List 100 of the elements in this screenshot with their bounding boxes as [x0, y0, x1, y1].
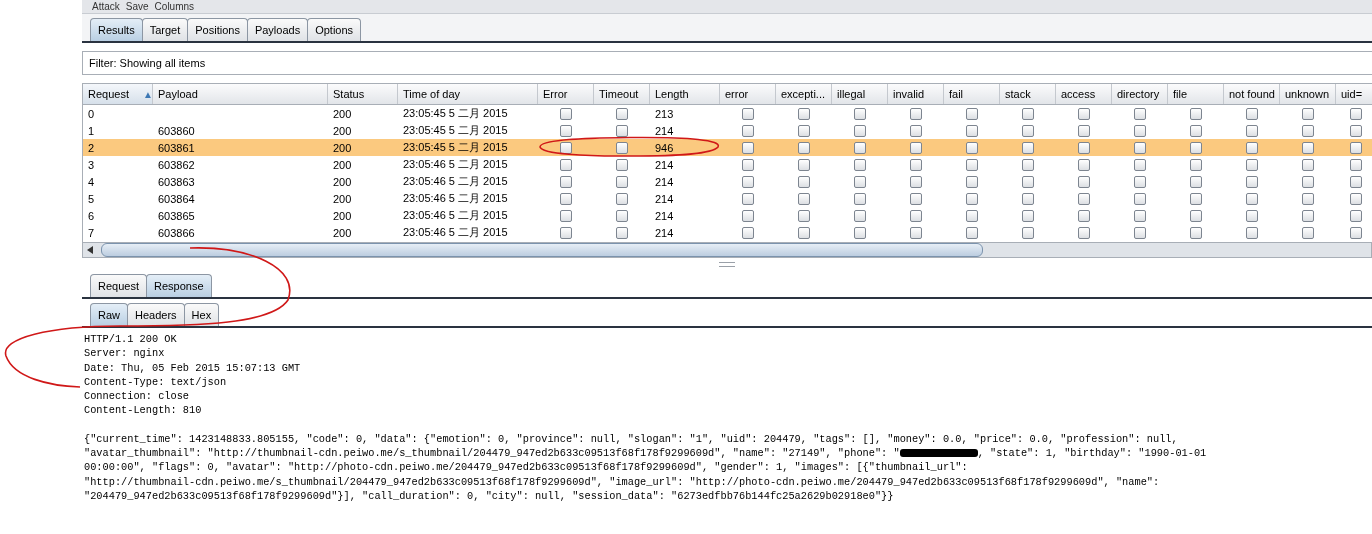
checkbox[interactable] — [798, 175, 810, 188]
checkbox[interactable] — [1078, 124, 1090, 137]
checkbox[interactable] — [798, 192, 810, 205]
checkbox[interactable] — [1302, 175, 1314, 188]
tab[interactable]: Request — [90, 274, 147, 297]
checkbox[interactable] — [1302, 141, 1314, 154]
checkbox[interactable] — [1078, 107, 1090, 120]
column-header[interactable]: Status — [328, 84, 398, 104]
checkbox[interactable] — [1022, 192, 1034, 205]
checkbox[interactable] — [1246, 124, 1258, 137]
checkbox[interactable] — [1350, 175, 1362, 188]
tab[interactable]: Results — [90, 18, 143, 41]
checkbox[interactable] — [1302, 192, 1314, 205]
checkbox[interactable] — [1022, 107, 1034, 120]
checkbox[interactable] — [1078, 192, 1090, 205]
checkbox[interactable] — [1134, 175, 1146, 188]
checkbox[interactable] — [616, 209, 628, 222]
checkbox[interactable] — [742, 209, 754, 222]
checkbox[interactable] — [1246, 192, 1258, 205]
checkbox[interactable] — [1134, 107, 1146, 120]
checkbox[interactable] — [616, 226, 628, 239]
tab[interactable]: Target — [141, 18, 189, 41]
checkbox[interactable] — [966, 192, 978, 205]
checkbox[interactable] — [1246, 158, 1258, 171]
checkbox[interactable] — [560, 141, 572, 154]
checkbox[interactable] — [1190, 141, 1202, 154]
table-row[interactable]: 2 603861 200 23:05:45 5 二月 2015 946 — [83, 139, 1372, 156]
tab[interactable]: Raw — [90, 303, 128, 326]
checkbox[interactable] — [1246, 226, 1258, 239]
column-header[interactable]: stack — [1000, 84, 1056, 104]
checkbox[interactable] — [1350, 192, 1362, 205]
checkbox[interactable] — [854, 209, 866, 222]
checkbox[interactable] — [1022, 209, 1034, 222]
checkbox[interactable] — [910, 158, 922, 171]
column-header[interactable]: excepti... — [776, 84, 832, 104]
checkbox[interactable] — [1078, 175, 1090, 188]
checkbox[interactable] — [616, 192, 628, 205]
column-header[interactable]: directory — [1112, 84, 1168, 104]
checkbox[interactable] — [742, 192, 754, 205]
checkbox[interactable] — [1302, 226, 1314, 239]
checkbox[interactable] — [616, 175, 628, 188]
checkbox[interactable] — [742, 175, 754, 188]
checkbox[interactable] — [616, 141, 628, 154]
column-header[interactable]: Error — [538, 84, 594, 104]
horizontal-scrollbar[interactable] — [82, 242, 1372, 258]
checkbox[interactable] — [966, 226, 978, 239]
checkbox[interactable] — [560, 226, 572, 239]
checkbox[interactable] — [1134, 158, 1146, 171]
checkbox[interactable] — [966, 175, 978, 188]
checkbox[interactable] — [742, 124, 754, 137]
checkbox[interactable] — [854, 107, 866, 120]
column-header[interactable]: file — [1168, 84, 1224, 104]
checkbox[interactable] — [1246, 175, 1258, 188]
checkbox[interactable] — [1134, 192, 1146, 205]
checkbox[interactable] — [1022, 158, 1034, 171]
tab[interactable]: Headers — [127, 303, 185, 326]
checkbox[interactable] — [854, 141, 866, 154]
checkbox[interactable] — [854, 226, 866, 239]
checkbox[interactable] — [966, 209, 978, 222]
tab[interactable]: Options — [307, 18, 362, 41]
checkbox[interactable] — [616, 158, 628, 171]
checkbox[interactable] — [966, 141, 978, 154]
checkbox[interactable] — [560, 107, 572, 120]
checkbox[interactable] — [910, 141, 922, 154]
checkbox[interactable] — [910, 192, 922, 205]
checkbox[interactable] — [1350, 124, 1362, 137]
scroll-left-icon[interactable] — [87, 246, 93, 254]
tab[interactable]: Positions — [187, 18, 248, 41]
menu-item[interactable]: Save — [125, 0, 149, 13]
column-header[interactable]: error — [720, 84, 776, 104]
checkbox[interactable] — [1246, 107, 1258, 120]
column-header[interactable]: not found — [1224, 84, 1280, 104]
checkbox[interactable] — [1190, 107, 1202, 120]
column-header[interactable]: fail — [944, 84, 1000, 104]
checkbox[interactable] — [1078, 158, 1090, 171]
checkbox[interactable] — [910, 107, 922, 120]
checkbox[interactable] — [798, 141, 810, 154]
column-header[interactable]: invalid — [888, 84, 944, 104]
column-header[interactable]: uid= — [1336, 84, 1372, 104]
checkbox[interactable] — [910, 175, 922, 188]
checkbox[interactable] — [910, 226, 922, 239]
checkbox[interactable] — [1078, 209, 1090, 222]
column-header[interactable]: Time of day — [398, 84, 538, 104]
checkbox[interactable] — [966, 107, 978, 120]
checkbox[interactable] — [560, 209, 572, 222]
checkbox[interactable] — [560, 192, 572, 205]
checkbox[interactable] — [1302, 124, 1314, 137]
checkbox[interactable] — [1246, 209, 1258, 222]
column-header[interactable]: illegal — [832, 84, 888, 104]
checkbox[interactable] — [1022, 175, 1034, 188]
checkbox[interactable] — [1246, 141, 1258, 154]
checkbox[interactable] — [966, 158, 978, 171]
checkbox[interactable] — [1190, 124, 1202, 137]
checkbox[interactable] — [910, 209, 922, 222]
checkbox[interactable] — [616, 124, 628, 137]
checkbox[interactable] — [1134, 141, 1146, 154]
menu-item[interactable]: Attack — [92, 0, 120, 13]
checkbox[interactable] — [1022, 141, 1034, 154]
checkbox[interactable] — [798, 209, 810, 222]
checkbox[interactable] — [1078, 141, 1090, 154]
